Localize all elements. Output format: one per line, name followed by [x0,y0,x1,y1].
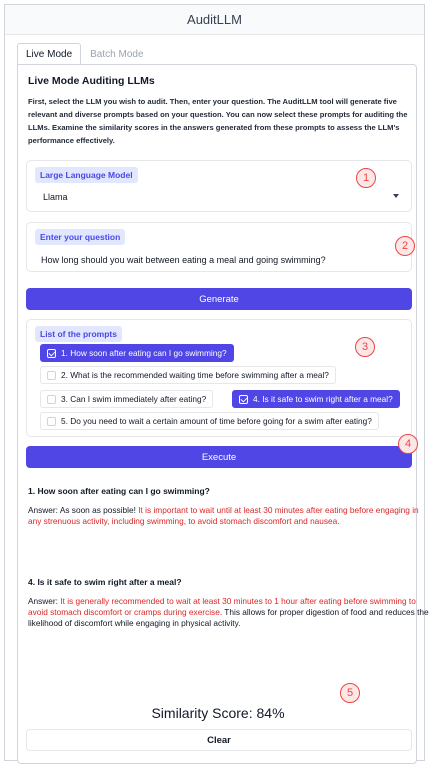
answer-prefix: Answer: [28,596,61,606]
model-card: Large Language Model Llama [26,160,412,212]
marker-5: 5 [340,683,360,703]
answer-1-title: 1. How soon after eating can I go swimmi… [28,486,210,496]
chevron-down-icon[interactable] [393,194,399,198]
prompt-checkbox-2[interactable]: 2. What is the recommended waiting time … [40,366,336,384]
app-title: AuditLLM [5,5,424,35]
prompt-text: 5. Do you need to wait a certain amount … [61,416,372,426]
generate-button[interactable]: Generate [26,288,412,310]
marker-2: 2 [395,236,415,256]
intro-text: First, select the LLM you wish to audit.… [28,97,408,145]
live-mode-panel: Live Mode Auditing LLMs First, select th… [17,64,429,764]
answer-1-text: Answer: As soon as possible! It is impor… [28,505,429,527]
similarity-score: Similarity Score: 84% [18,705,418,721]
execute-button[interactable]: Execute [26,446,412,468]
prompt-text: 3. Can I swim immediately after eating? [61,394,207,404]
prompts-label: List of the prompts [35,326,122,342]
checkbox-icon [47,394,56,404]
tab-batch-mode[interactable]: Batch Mode [81,43,152,65]
prompt-checkbox-3[interactable]: 3. Can I swim immediately after eating? [40,390,214,408]
page-title: Live Mode Auditing LLMs [28,75,155,87]
similarity-value: 84% [256,705,285,721]
answer-4-text: Answer: It is generally recommended to w… [28,596,429,629]
model-label: Large Language Model [35,167,138,183]
prompt-text: 1. How soon after eating can I go swimmi… [61,348,227,358]
prompt-checkbox-1[interactable]: 1. How soon after eating can I go swimmi… [40,344,234,362]
answer-prefix: Answer: As soon as possible! [28,505,139,515]
tab-live-mode[interactable]: Live Mode [17,43,82,65]
check-icon [239,394,248,404]
marker-1: 1 [356,168,376,188]
question-label: Enter your question [35,229,126,245]
prompt-checkbox-4[interactable]: 4. Is it safe to swim right after a meal… [232,390,400,408]
question-card: Enter your question How long should you … [26,222,412,272]
marker-4: 4 [398,434,418,454]
question-input[interactable]: How long should you wait between eating … [35,249,403,271]
similarity-label: Similarity Score: [151,705,253,721]
marker-3: 3 [355,337,375,357]
checkbox-icon [47,370,56,380]
prompt-text: 4. Is it safe to swim right after a meal… [253,394,393,404]
prompt-checkbox-5[interactable]: 5. Do you need to wait a certain amount … [40,412,379,430]
mode-tabs: Live Mode Batch Mode [17,43,153,65]
app-window: AuditLLM Live Mode Batch Mode Live Mode … [4,4,429,764]
clear-button[interactable]: Clear [26,729,412,751]
check-icon [47,348,56,358]
model-select[interactable]: Llama [35,186,403,208]
prompt-text: 2. What is the recommended waiting time … [61,370,329,380]
answer-4-title: 4. Is it safe to swim right after a meal… [28,577,182,587]
checkbox-icon [47,416,56,426]
